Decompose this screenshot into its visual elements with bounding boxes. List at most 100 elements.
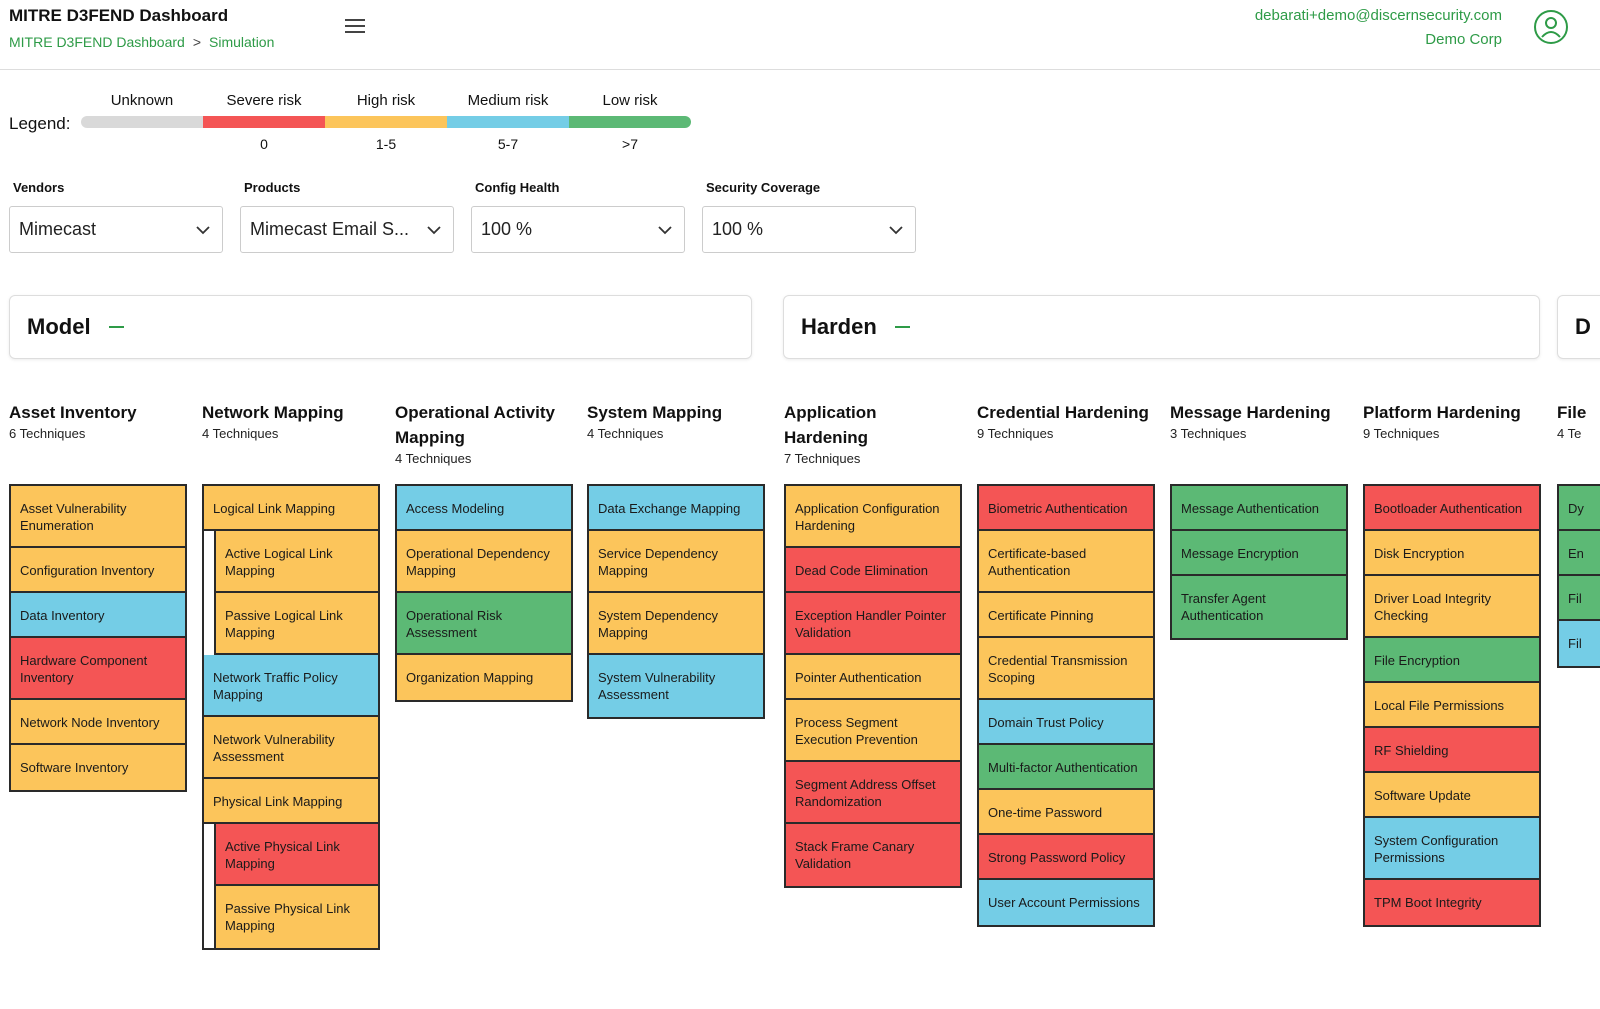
technique-cell[interactable]: Fil <box>1559 576 1600 621</box>
products-filter: Products Mimecast Email S... <box>240 180 454 253</box>
products-select[interactable]: Mimecast Email S... <box>240 206 454 253</box>
user-avatar-icon[interactable] <box>1534 10 1568 44</box>
technique-cell[interactable]: Software Update <box>1365 773 1539 818</box>
filter-label: Products <box>244 180 301 195</box>
technique-cell[interactable]: Multi-factor Authentication <box>979 745 1153 790</box>
technique-cell[interactable]: Application Configuration Hardening <box>786 486 960 548</box>
technique-list: Asset Vulnerability Enumeration Configura… <box>9 484 187 792</box>
vendors-select[interactable]: Mimecast <box>9 206 223 253</box>
technique-cell[interactable]: One-time Password <box>979 790 1153 835</box>
technique-cell[interactable]: Software Inventory <box>11 745 185 790</box>
technique-cell[interactable]: Certificate Pinning <box>979 593 1153 638</box>
technique-cell[interactable]: Active Logical Link Mapping <box>214 531 378 593</box>
technique-cell[interactable]: Logical Link Mapping <box>204 486 378 531</box>
technique-cell[interactable]: Domain Trust Policy <box>979 700 1153 745</box>
technique-cell[interactable]: Network Vulnerability Assessment <box>204 717 378 779</box>
technique-cell[interactable]: Message Encryption <box>1172 531 1346 576</box>
technique-cell[interactable]: Stack Frame Canary Validation <box>786 824 960 886</box>
technique-cell[interactable]: Local File Permissions <box>1365 683 1539 728</box>
technique-cell[interactable]: System Configuration Permissions <box>1365 818 1539 880</box>
technique-cell[interactable]: Process Segment Execution Prevention <box>786 700 960 762</box>
technique-cell[interactable]: Physical Link Mapping <box>204 779 378 824</box>
tactic-title: Model <box>27 314 91 339</box>
technique-cell[interactable]: Credential Transmission Scoping <box>979 638 1153 700</box>
technique-cell[interactable]: Asset Vulnerability Enumeration <box>11 486 185 548</box>
technique-cell[interactable]: En <box>1559 531 1600 576</box>
legend-item-name: Unknown <box>110 92 174 109</box>
hamburger-menu-icon[interactable] <box>345 19 365 35</box>
column-title: System Mapping <box>587 403 723 422</box>
technique-cell[interactable]: File Encryption <box>1365 638 1539 683</box>
technique-cell[interactable]: Disk Encryption <box>1365 531 1539 576</box>
technique-cell[interactable]: Active Physical Link Mapping <box>214 824 378 886</box>
technique-cell[interactable]: Message Authentication <box>1172 486 1346 531</box>
technique-list: Logical Link Mapping Active Logical Link … <box>202 484 380 950</box>
tactic-detect-header[interactable]: D <box>1557 295 1600 359</box>
security-coverage-select[interactable]: 100 % <box>702 206 916 253</box>
technique-cell[interactable]: Bootloader Authentication <box>1365 486 1539 531</box>
technique-cell[interactable]: Pointer Authentication <box>786 655 960 700</box>
technique-cell[interactable]: Passive Logical Link Mapping <box>214 593 378 655</box>
selected-value: Mimecast <box>19 219 97 239</box>
technique-cell[interactable]: Hardware Component Inventory <box>11 638 185 700</box>
column-title: Application Hardening <box>784 403 877 447</box>
technique-column-header: Platform Hardening 9 Techniques <box>1363 400 1541 441</box>
breadcrumb-simulation-link[interactable]: Simulation <box>209 34 274 50</box>
technique-cell[interactable]: Network Node Inventory <box>11 700 185 745</box>
technique-list: Bootloader Authentication Disk Encryption… <box>1363 484 1541 927</box>
technique-cell[interactable]: Driver Load Integrity Checking <box>1365 576 1539 638</box>
vendors-filter: Vendors Mimecast <box>9 180 223 253</box>
technique-cell[interactable]: Passive Physical Link Mapping <box>214 886 378 948</box>
risk-legend: Unknown Severe risk 0 High risk 1-5 Medium… <box>81 92 691 152</box>
technique-cell[interactable]: Strong Password Policy <box>979 835 1153 880</box>
technique-cell[interactable]: Dead Code Elimination <box>786 548 960 593</box>
technique-cell[interactable]: Operational Dependency Mapping <box>397 531 571 593</box>
technique-cell[interactable]: Data Inventory <box>11 593 185 638</box>
technique-count: 4 Te <box>1557 426 1582 441</box>
top-header: MITRE D3FEND Dashboard MITRE D3FEND Dash… <box>0 0 1600 70</box>
technique-cell[interactable]: Network Traffic Policy Mapping <box>204 655 378 717</box>
technique-cell[interactable]: Organization Mapping <box>397 655 571 700</box>
technique-cell[interactable]: TPM Boot Integrity <box>1365 880 1539 925</box>
technique-cell[interactable]: System Vulnerability Assessment <box>589 655 763 717</box>
technique-cell[interactable]: System Dependency Mapping <box>589 593 763 655</box>
technique-cell[interactable]: Fil <box>1559 621 1600 666</box>
technique-cell[interactable]: Service Dependency Mapping <box>589 531 763 593</box>
technique-cell[interactable]: RF Shielding <box>1365 728 1539 773</box>
technique-cell[interactable]: Transfer Agent Authentication <box>1172 576 1346 638</box>
technique-cell[interactable]: Operational Risk Assessment <box>397 593 571 655</box>
breadcrumb-dashboard-link[interactable]: MITRE D3FEND Dashboard <box>9 34 185 50</box>
legend-item-range: 5-7 <box>497 136 519 152</box>
selected-value: 100 % <box>481 219 533 239</box>
technique-column-header: Application Hardening 7 Techniques <box>784 400 962 466</box>
column-title: Credential Hardening <box>977 403 1149 422</box>
technique-column-header: Operational Activity Mapping 4 Technique… <box>395 400 573 466</box>
technique-cell[interactable]: Dy <box>1559 486 1600 531</box>
collapse-minus-icon[interactable] <box>108 326 124 328</box>
technique-cell[interactable]: Data Exchange Mapping <box>589 486 763 531</box>
technique-cell[interactable]: User Account Permissions <box>979 880 1153 925</box>
column-title: Asset Inventory <box>9 403 137 422</box>
legend-label: Legend: <box>9 114 71 133</box>
technique-cell[interactable]: Configuration Inventory <box>11 548 185 593</box>
column-title: Platform Hardening <box>1363 403 1521 422</box>
tactic-harden-header[interactable]: Harden <box>783 295 1540 359</box>
technique-list: Application Configuration Hardening Dead … <box>784 484 962 888</box>
technique-cell[interactable]: Access Modeling <box>397 486 571 531</box>
technique-count: 6 Techniques <box>9 426 86 441</box>
tactic-model-header[interactable]: Model <box>9 295 752 359</box>
technique-count: 9 Techniques <box>977 426 1054 441</box>
technique-cell[interactable]: Biometric Authentication <box>979 486 1153 531</box>
technique-count: 4 Techniques <box>395 451 472 466</box>
legend-color-bar <box>569 116 691 128</box>
config-health-select[interactable]: 100 % <box>471 206 685 253</box>
legend-item-range: >7 <box>622 136 638 152</box>
column-title: File <box>1557 403 1587 422</box>
technique-cell[interactable]: Certificate-based Authentication <box>979 531 1153 593</box>
technique-cell[interactable]: Exception Handler Pointer Validation <box>786 593 960 655</box>
technique-cell[interactable]: Segment Address Offset Randomization <box>786 762 960 824</box>
legend-item: High risk 1-5 <box>325 92 447 152</box>
collapse-minus-icon[interactable] <box>894 326 910 328</box>
app-title: MITRE D3FEND Dashboard <box>9 6 229 25</box>
technique-list: Data Exchange Mapping Service Dependency … <box>587 484 765 719</box>
